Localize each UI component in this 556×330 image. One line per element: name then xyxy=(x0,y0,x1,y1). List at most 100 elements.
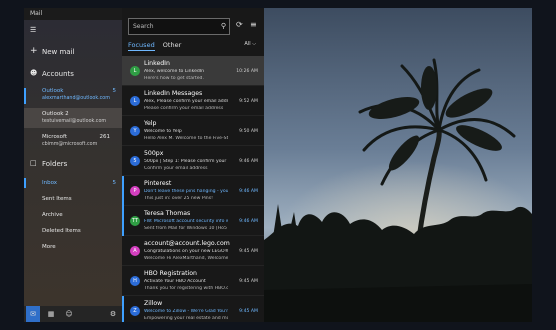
tab-focused[interactable]: Focused xyxy=(128,41,155,51)
inbox-tabs: Focused Other xyxy=(128,41,181,51)
sender-avatar: Y xyxy=(130,126,140,136)
search-placeholder: Search xyxy=(133,23,154,30)
message-preview: Please confirm your email address xyxy=(144,106,224,111)
calendar-icon[interactable]: ▦ xyxy=(44,306,58,322)
message-subject: FW: Microsoft account security info was … xyxy=(144,219,228,224)
mail-window: Mail – □ ✕ ☰ + New mail ☻ Accounts Outlo… xyxy=(24,8,532,322)
message-sender: Yelp xyxy=(144,120,157,127)
search-icon[interactable]: ⚲ xyxy=(221,22,226,30)
message-sender: account@account.lego.com xyxy=(144,240,230,247)
message-subject: Alex, Please confirm your email address xyxy=(144,99,228,104)
filter-select-icon[interactable]: ≡ xyxy=(250,20,257,29)
new-mail-label: New mail xyxy=(42,48,75,56)
search-box[interactable]: Search ⚲ xyxy=(128,18,230,35)
message-row[interactable]: Z Zillow Welcome to Zillow - We're Glad Yo… xyxy=(122,296,264,322)
chevron-down-icon: ⌵ xyxy=(252,41,256,47)
desktop: Mail – □ ✕ ☰ + New mail ☻ Accounts Outlo… xyxy=(0,0,556,330)
message-preview: Hello Alex M. Welcome to the Five-Star I xyxy=(144,136,228,141)
account-email: alexmarthand@outlook.com xyxy=(42,96,110,101)
message-time: 9:46 AM xyxy=(239,159,258,164)
message-subject: Welcome to Yelp xyxy=(144,129,182,134)
message-row[interactable]: Aaccount@account.lego.com Congratulations… xyxy=(122,236,264,266)
folder-item-inbox[interactable]: Inbox 5 xyxy=(24,176,122,190)
message-preview: Confirm your email address xyxy=(144,166,208,171)
message-time: 9:45 AM xyxy=(239,249,258,254)
message-time: 9:46 AM xyxy=(239,219,258,224)
unread-count: 5 xyxy=(112,180,117,186)
folders-header[interactable]: □ Folders xyxy=(24,158,122,170)
sync-icon[interactable]: ⟳ xyxy=(236,20,243,29)
plus-icon: + xyxy=(30,46,38,56)
account-item-microsoft[interactable]: Microsoft cbimm@microsoft.com 261 xyxy=(24,132,122,152)
message-sender: LinkedIn Messages xyxy=(144,90,203,97)
message-preview: Sent from Mail for Windows 10 [Ho5 - 10 xyxy=(144,226,228,231)
new-mail-button[interactable]: + New mail xyxy=(24,46,122,58)
sender-avatar: P xyxy=(130,186,140,196)
wallpaper-image xyxy=(264,58,532,322)
account-item-outlook[interactable]: Outlook alexmarthand@outlook.com 5 xyxy=(24,86,122,106)
reading-pane xyxy=(264,8,532,322)
message-time: 9:45 AM xyxy=(239,279,258,284)
sender-avatar: L xyxy=(130,66,140,76)
account-email: cbimm@microsoft.com xyxy=(42,142,98,147)
message-preview: Here's how to get started. xyxy=(144,76,204,81)
settings-gear-icon[interactable]: ⚙ xyxy=(106,306,120,322)
person-icon: ☻ xyxy=(30,69,38,77)
sender-avatar: L xyxy=(130,96,140,106)
folder-name: Archive xyxy=(42,212,63,218)
folder-icon: □ xyxy=(30,159,37,167)
account-email: testuivemail@outlook.com xyxy=(42,119,107,124)
window-title: Mail xyxy=(30,10,43,17)
message-subject: 500px | Step 1: Please confirm your emai… xyxy=(144,159,228,164)
message-sender: LinkedIn xyxy=(144,60,170,67)
people-icon[interactable]: ☺ xyxy=(62,306,76,322)
folder-item-deleted[interactable]: Deleted Items xyxy=(24,224,122,238)
message-row[interactable]: P Pinterest Don't leave these pins hanging… xyxy=(122,176,264,206)
filter-dropdown[interactable]: All ⌵ xyxy=(244,41,256,47)
message-row[interactable]: 5 500px 500px | Step 1: Please confirm you… xyxy=(122,146,264,176)
unread-accent xyxy=(122,176,124,206)
folder-name: Deleted Items xyxy=(42,228,81,234)
selection-accent xyxy=(24,88,26,104)
message-sender: Pinterest xyxy=(144,180,172,187)
folder-name: More xyxy=(42,244,56,250)
bottom-switcher: ✉ ▦ ☺ ⚙ xyxy=(24,306,122,322)
sender-avatar: TT xyxy=(130,216,140,226)
message-preview: Empowering your real estate and mortgag xyxy=(144,316,228,321)
message-subject: Activate Your HBO Account xyxy=(144,279,206,284)
message-subject: Alex, welcome to LinkedIn xyxy=(144,69,205,74)
message-row[interactable]: Y Yelp Welcome to Yelp Hello Alex M. Welcom… xyxy=(122,116,264,146)
folder-name: Inbox xyxy=(42,180,58,186)
message-row[interactable]: L LinkedIn Alex, welcome to LinkedIn Here's… xyxy=(122,56,264,86)
account-item-outlook-2[interactable]: Outlook 2 testuivemail@outlook.com xyxy=(24,108,122,128)
message-row[interactable]: H HBO Registration Activate Your HBO Accou… xyxy=(122,266,264,296)
message-time: 9:50 AM xyxy=(239,129,258,134)
message-time: 10:26 AM xyxy=(236,69,258,74)
message-sender: Teresa Thomas xyxy=(144,210,191,217)
message-time: 9:46 AM xyxy=(239,189,258,194)
hamburger-icon: ☰ xyxy=(30,26,37,34)
message-row[interactable]: TT Teresa Thomas FW: Microsoft account sec… xyxy=(122,206,264,236)
selection-accent xyxy=(24,178,26,188)
account-name: Microsoft xyxy=(42,134,68,140)
navigation-pane: ☰ + New mail ☻ Accounts Outlook alexmart… xyxy=(24,20,122,322)
tab-other[interactable]: Other xyxy=(163,41,181,49)
message-subject: Welcome to Zillow - We're Glad You're He… xyxy=(144,309,228,314)
message-time: 9:45 AM xyxy=(239,309,258,314)
accounts-label: Accounts xyxy=(42,70,74,78)
accounts-header[interactable]: ☻ Accounts xyxy=(24,68,122,80)
message-preview: Thank you for registering with HBO.com, … xyxy=(144,286,228,291)
sender-avatar: H xyxy=(130,276,140,286)
message-sender: Zillow xyxy=(144,300,163,307)
folder-item-sent[interactable]: Sent Items xyxy=(24,192,122,206)
folder-item-more[interactable]: More xyxy=(24,240,122,254)
message-row[interactable]: L LinkedIn Messages Alex, Please confirm y… xyxy=(122,86,264,116)
hamburger-button[interactable]: ☰ xyxy=(24,26,122,36)
account-name: Outlook xyxy=(42,88,64,94)
message-subject: Don't leave these pins hanging - you're … xyxy=(144,189,228,194)
message-subject: Congratulations on your new LEGO® ID xyxy=(144,249,228,254)
mail-switch-icon[interactable]: ✉ xyxy=(26,306,40,322)
message-preview: Welcome Hi AlexMarthand, Welcome to xyxy=(144,256,228,261)
folder-item-archive[interactable]: Archive xyxy=(24,208,122,222)
sender-avatar: Z xyxy=(130,306,140,316)
